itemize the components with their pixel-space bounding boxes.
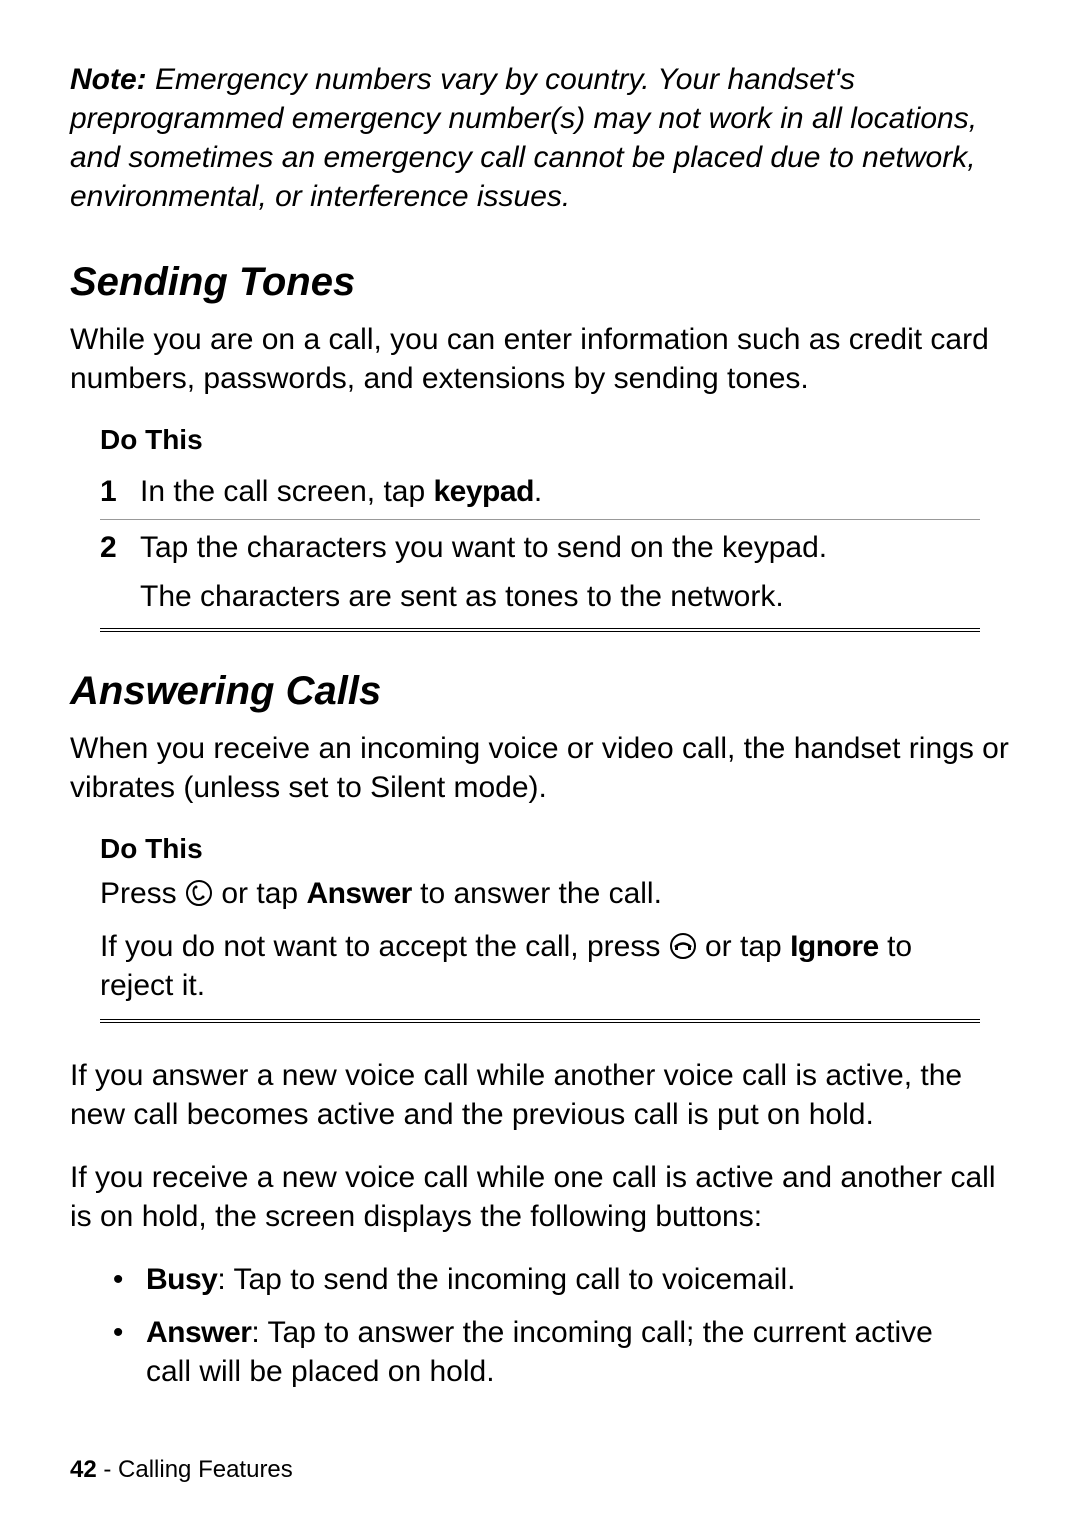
answering-calls-intro: When you receive an incoming voice or vi… <box>70 729 1010 807</box>
text: : Tap to answer the incoming call; the c… <box>146 1316 933 1388</box>
end-call-button-icon <box>669 932 697 960</box>
note-body: Emergency numbers vary by country. Your … <box>70 63 977 213</box>
call-button-icon <box>185 879 213 907</box>
sending-tones-steps: Do This 1 In the call screen, tap keypad… <box>100 422 980 635</box>
answer-label: Answer <box>306 877 411 910</box>
button-bullet-list: Busy: Tap to send the incoming call to v… <box>140 1260 980 1391</box>
answer-label: Answer <box>146 1316 251 1349</box>
note-label: Note: <box>70 63 147 96</box>
keypad-label: keypad <box>434 475 534 508</box>
step1-part-a: In the call screen, tap <box>140 475 434 508</box>
text: or tap <box>221 877 306 910</box>
answering-calls-steps: Do This Press or tap Answer to answer th… <box>100 831 980 1025</box>
step-text: In the call screen, tap keypad. <box>140 472 980 511</box>
text: or tap <box>705 930 790 963</box>
heading-answering-calls: Answering Calls <box>70 665 1010 717</box>
text: to answer the call. <box>412 877 662 910</box>
step-text: Tap the characters you want to send on t… <box>140 528 980 616</box>
heavy-divider <box>100 1019 980 1026</box>
answering-para-1: If you answer a new voice call while ano… <box>70 1056 1010 1134</box>
step-row-1: 1 In the call screen, tap keypad. <box>100 464 980 519</box>
note-paragraph: Note: Emergency numbers vary by country.… <box>70 60 1010 216</box>
text: Press <box>100 877 185 910</box>
text: : Tap to send the incoming call to voice… <box>217 1263 795 1296</box>
page-footer: 42 - Calling Features <box>70 1454 293 1485</box>
ignore-label: Ignore <box>790 930 879 963</box>
heading-sending-tones: Sending Tones <box>70 256 1010 308</box>
answer-line-2: If you do not want to accept the call, p… <box>100 927 980 1005</box>
step-row-2: 2 Tap the characters you want to send on… <box>100 520 980 624</box>
answer-line-1: Press or tap Answer to answer the call. <box>100 874 980 913</box>
answering-para-2: If you receive a new voice call while on… <box>70 1158 1010 1236</box>
busy-label: Busy <box>146 1263 217 1296</box>
do-this-header-2: Do This <box>100 831 980 867</box>
text: If you do not want to accept the call, p… <box>100 930 669 963</box>
list-item: Busy: Tap to send the incoming call to v… <box>140 1260 980 1299</box>
step-number: 2 <box>100 528 140 616</box>
step1-part-c: . <box>534 475 542 508</box>
sending-tones-intro: While you are on a call, you can enter i… <box>70 320 1010 398</box>
step2-line1: Tap the characters you want to send on t… <box>140 528 980 567</box>
footer-sep: - <box>97 1456 118 1483</box>
list-item: Answer: Tap to answer the incoming call;… <box>140 1313 980 1391</box>
heavy-divider <box>100 628 980 635</box>
page-number: 42 <box>70 1456 97 1483</box>
footer-section: Calling Features <box>118 1456 293 1483</box>
step-number: 1 <box>100 472 140 511</box>
step2-line2: The characters are sent as tones to the … <box>140 577 980 616</box>
do-this-header-1: Do This <box>100 422 980 458</box>
